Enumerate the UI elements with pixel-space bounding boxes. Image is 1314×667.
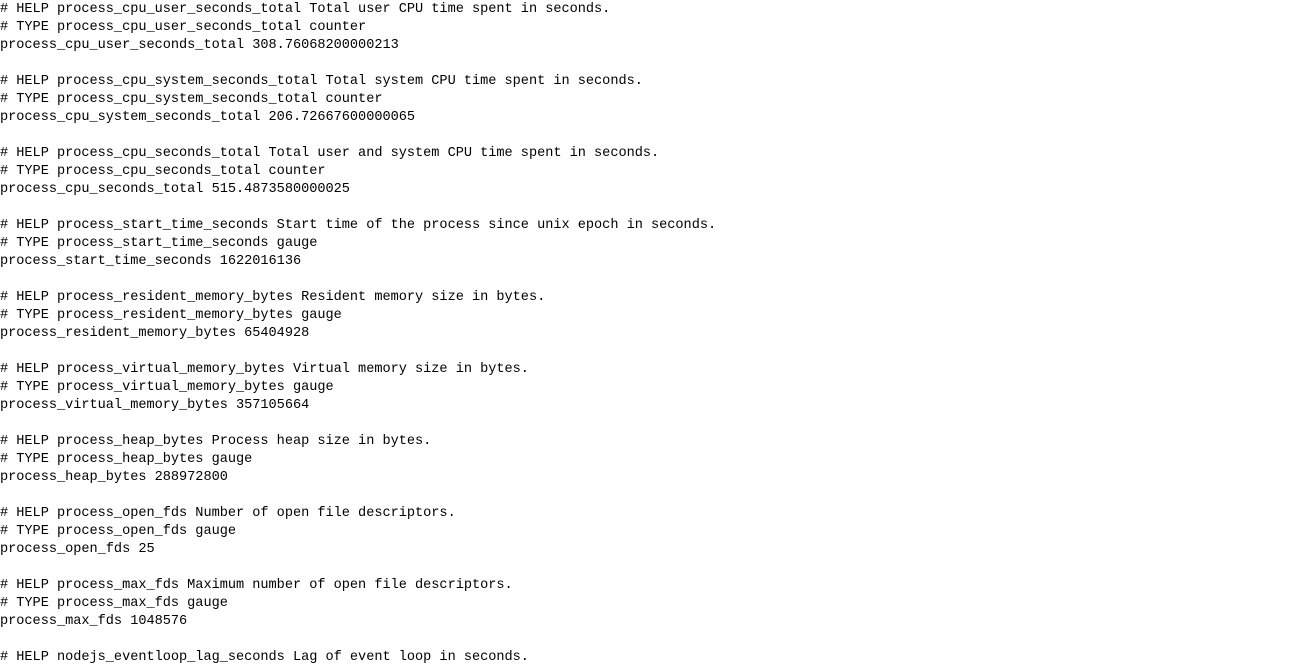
metrics-line: # TYPE process_heap_bytes gauge [0, 452, 253, 467]
metrics-line: # TYPE process_cpu_system_seconds_total … [0, 92, 383, 107]
metrics-line: # HELP process_cpu_seconds_total Total u… [0, 146, 660, 161]
metrics-line: process_start_time_seconds 1622016136 [0, 254, 302, 269]
metrics-line: # HELP process_heap_bytes Process heap s… [0, 434, 432, 449]
metrics-line: # HELP process_cpu_user_seconds_total To… [0, 2, 611, 17]
metrics-line: # TYPE process_max_fds gauge [0, 596, 228, 611]
metrics-line: process_heap_bytes 288972800 [0, 470, 228, 485]
metrics-line: # HELP process_virtual_memory_bytes Virt… [0, 362, 529, 377]
metrics-line: # TYPE process_virtual_memory_bytes gaug… [0, 380, 334, 395]
metrics-line: # HELP process_cpu_system_seconds_total … [0, 74, 643, 89]
metrics-line: # HELP process_max_fds Maximum number of… [0, 578, 513, 593]
metrics-line: # TYPE process_resident_memory_bytes gau… [0, 308, 342, 323]
metrics-line: process_resident_memory_bytes 65404928 [0, 326, 310, 341]
metrics-line: process_cpu_system_seconds_total 206.726… [0, 110, 416, 125]
metrics-line: # TYPE process_open_fds gauge [0, 524, 236, 539]
metrics-line: # HELP process_start_time_seconds Start … [0, 218, 717, 233]
metrics-line: # TYPE process_start_time_seconds gauge [0, 236, 318, 251]
metrics-line: # HELP nodejs_eventloop_lag_seconds Lag … [0, 650, 529, 665]
metrics-line: process_cpu_seconds_total 515.4873580000… [0, 182, 350, 197]
metrics-plaintext-body: # HELP process_cpu_user_seconds_total To… [0, 1, 716, 667]
metrics-line: process_cpu_user_seconds_total 308.76068… [0, 38, 399, 53]
metrics-line: # TYPE process_cpu_seconds_total counter [0, 164, 326, 179]
metrics-line: # HELP process_resident_memory_bytes Res… [0, 290, 546, 305]
metrics-line: process_max_fds 1048576 [0, 614, 188, 629]
metrics-line: process_virtual_memory_bytes 357105664 [0, 398, 310, 413]
metrics-line: # HELP process_open_fds Number of open f… [0, 506, 456, 521]
metrics-line: # TYPE process_cpu_user_seconds_total co… [0, 20, 367, 35]
metrics-line: process_open_fds 25 [0, 542, 155, 557]
